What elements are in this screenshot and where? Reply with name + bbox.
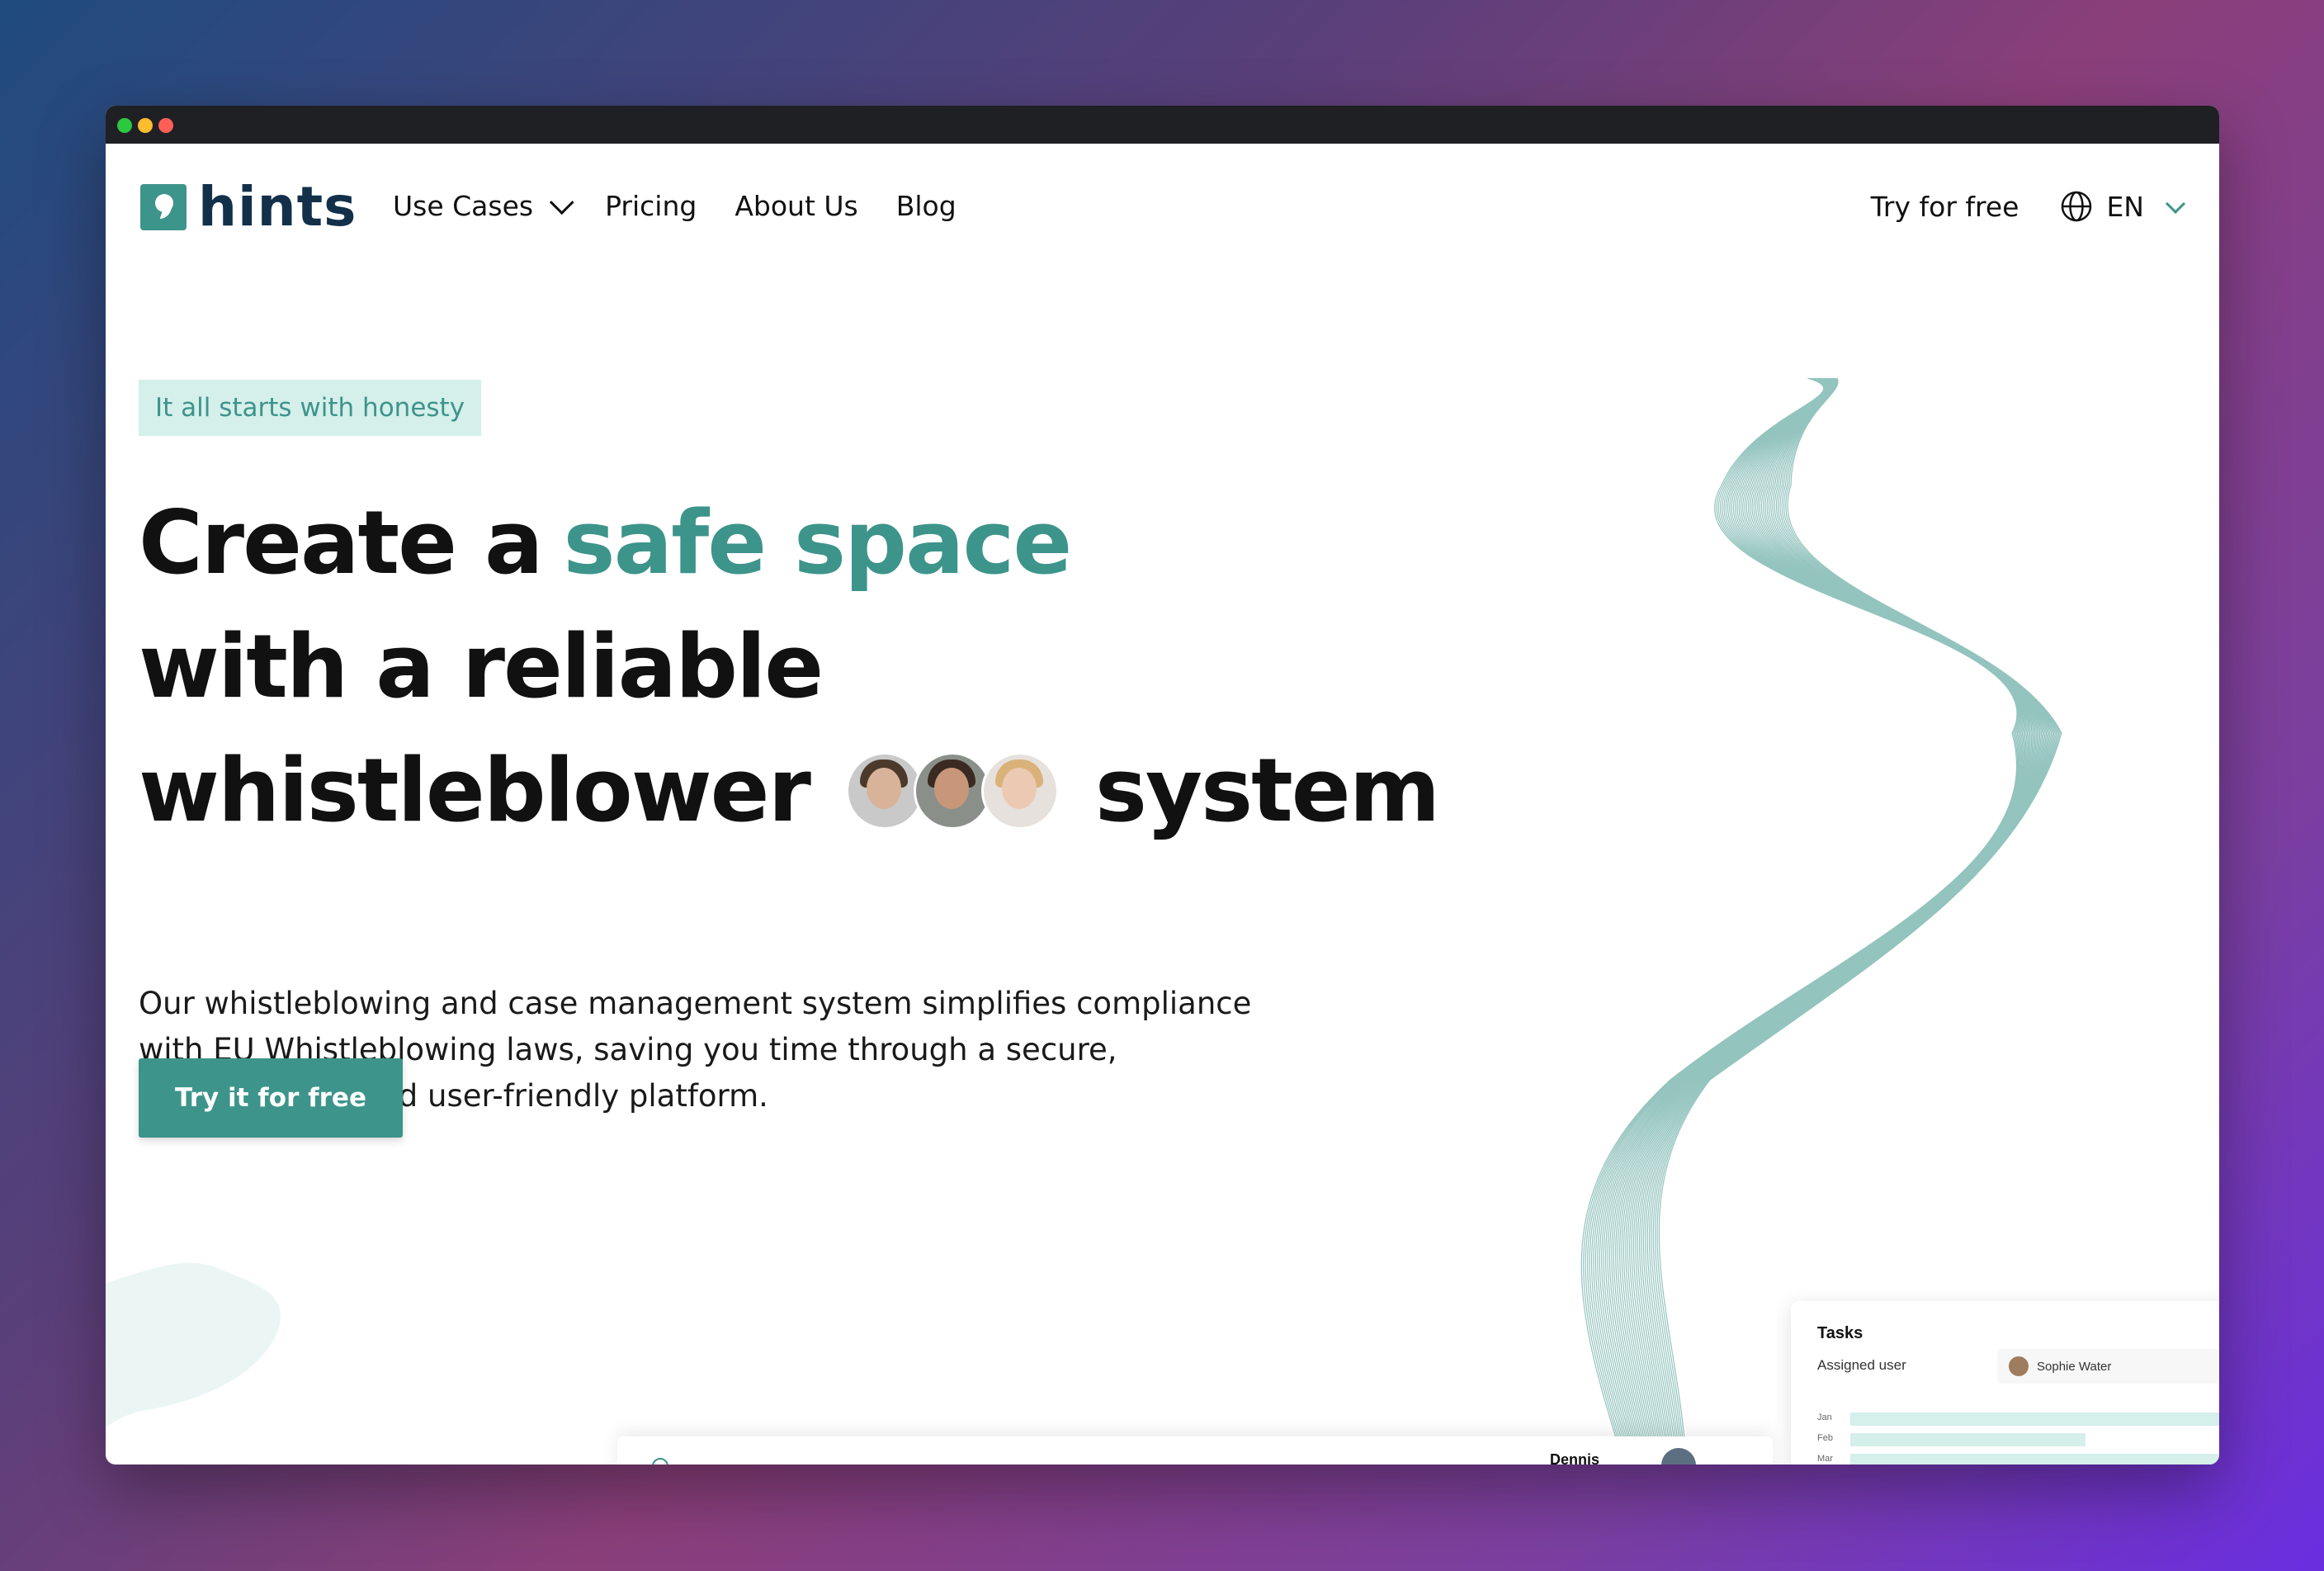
window-titlebar <box>106 106 2219 144</box>
hints-logo[interactable]: hints <box>140 180 357 234</box>
chevron-down-icon <box>549 190 574 215</box>
menu-item-label: Use Cases <box>393 190 534 222</box>
task-row-label: Jan <box>1817 1412 1832 1422</box>
task-bar <box>1850 1412 2219 1426</box>
search-icon <box>652 1458 668 1465</box>
menu-item-use-cases[interactable]: Use Cases <box>393 190 574 222</box>
tagline-badge: It all starts with honesty <box>139 380 482 436</box>
chevron-down-icon[interactable] <box>2166 193 2186 214</box>
headline-text: whistleblower <box>139 740 811 841</box>
user-name: Dennis <box>1550 1451 1600 1465</box>
avatar <box>845 752 923 830</box>
logo-icon <box>140 184 187 230</box>
menu-item-label: About Us <box>735 190 858 222</box>
decorative-blob <box>106 1262 281 1428</box>
window-control-yellow[interactable] <box>138 118 153 133</box>
assigned-user-field: Sophie Water <box>1997 1349 2219 1384</box>
menu-item-about-us[interactable]: About Us <box>735 190 857 222</box>
task-row-label: Feb <box>1817 1433 1833 1443</box>
task-bar <box>1850 1454 2219 1465</box>
try-it-free-button[interactable]: Try it for free <box>139 1058 403 1138</box>
window-control-green[interactable] <box>117 118 132 133</box>
try-for-free-link[interactable]: Try for free <box>1871 191 2019 223</box>
task-row-label: Mar <box>1817 1454 1833 1464</box>
assigned-user-label: Assigned user <box>1817 1357 1906 1373</box>
nav-right: Try for free EN <box>1871 190 2186 223</box>
menu-item-pricing[interactable]: Pricing <box>605 190 697 222</box>
language-selector[interactable]: EN <box>2106 191 2144 223</box>
task-bar <box>1850 1433 2085 1446</box>
assigned-user-name: Sophie Water <box>2037 1359 2112 1374</box>
avatar <box>913 752 991 830</box>
window-control-red[interactable] <box>158 118 173 133</box>
hero-headline: Create a safe space with a reliable whis… <box>139 481 1440 853</box>
headline-text: with a reliable <box>139 616 824 717</box>
menu-item-label: Pricing <box>605 190 697 222</box>
menu-item-blog[interactable]: Blog <box>896 190 957 222</box>
avatar <box>2009 1356 2029 1376</box>
avatar <box>1661 1448 1696 1465</box>
headline-text: Create a <box>139 492 543 594</box>
headline-text: system <box>1094 740 1440 841</box>
globe-icon[interactable] <box>2060 190 2093 223</box>
avatar-group <box>845 752 1059 830</box>
main-menu: Use Cases Pricing About Us Blog <box>393 190 994 222</box>
avatar <box>980 752 1059 830</box>
logo-text: hints <box>198 175 357 239</box>
tasks-preview-card: Tasks Assigned user Sophie Water Jan Feb… <box>1791 1301 2219 1465</box>
dashboard-preview-card: Dennis <box>617 1436 1773 1465</box>
headline-accent: safe space <box>563 492 1072 594</box>
tasks-title: Tasks <box>1817 1324 1863 1342</box>
top-navigation: hints Use Cases Pricing About Us Blog Tr… <box>106 144 2219 276</box>
menu-item-label: Blog <box>895 190 957 222</box>
browser-window: hints Use Cases Pricing About Us Blog Tr… <box>106 106 2219 1465</box>
